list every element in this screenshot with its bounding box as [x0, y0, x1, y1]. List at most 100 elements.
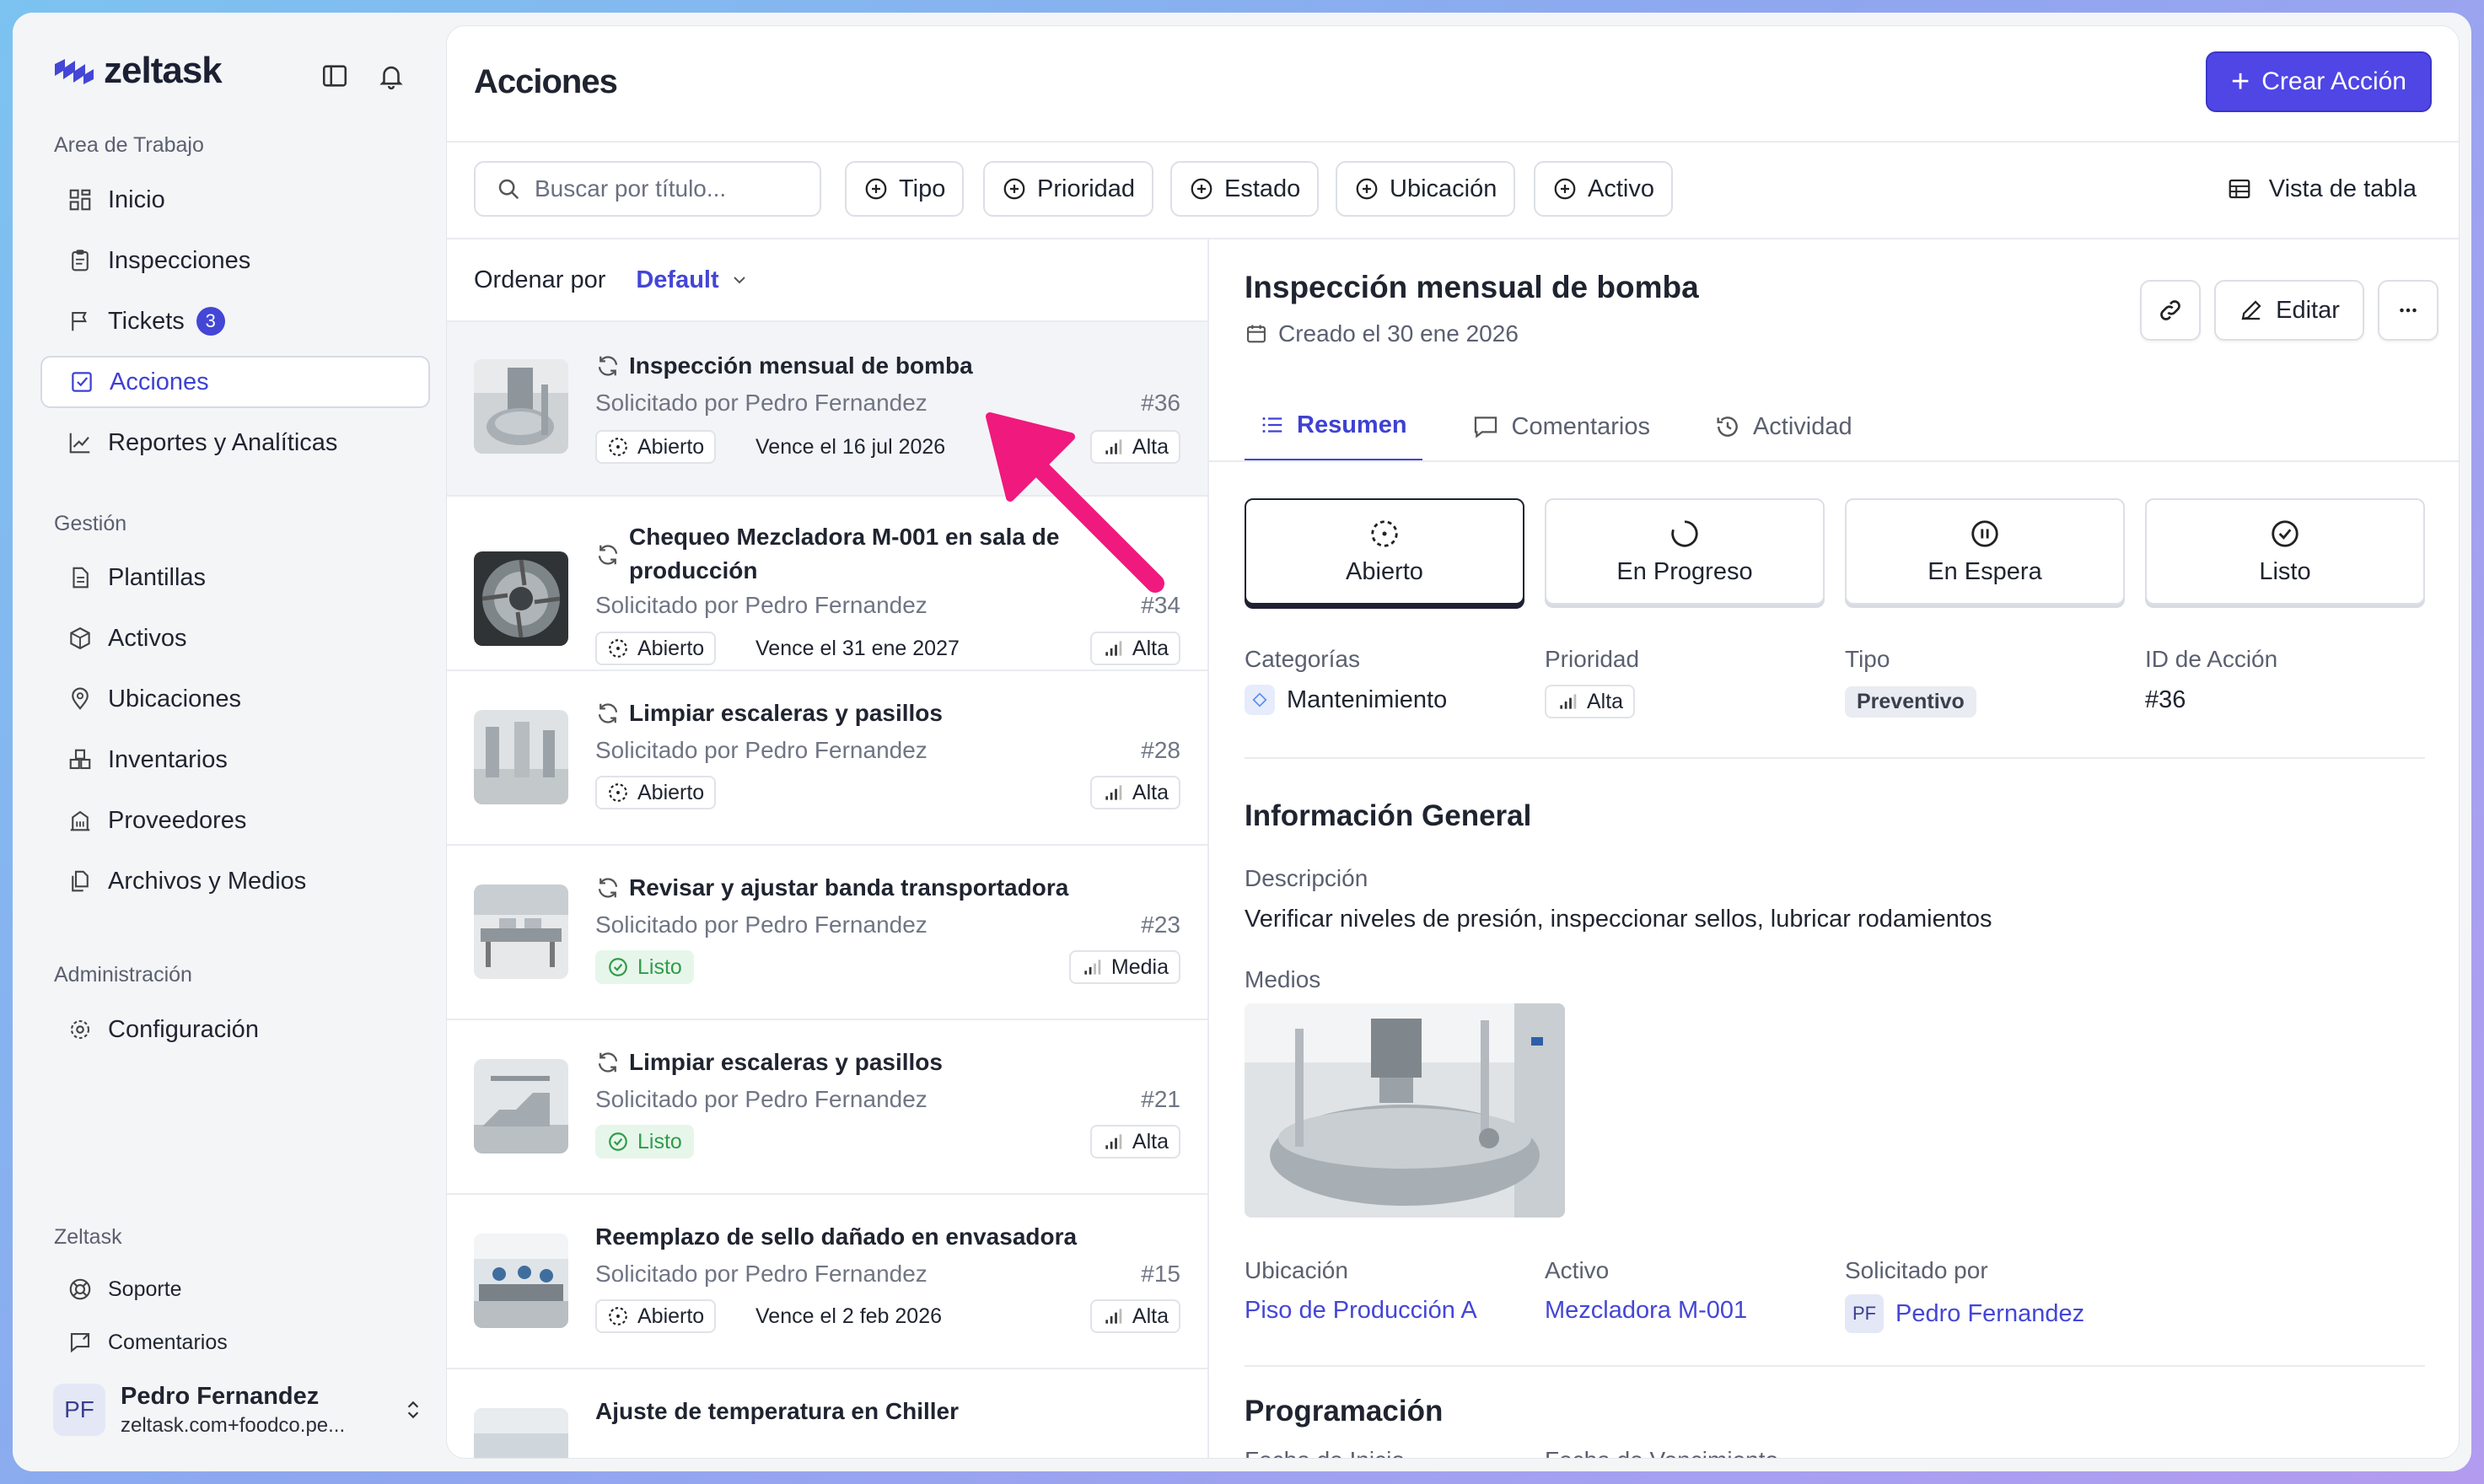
main-header: Acciones + Crear Acción [447, 26, 2459, 142]
status-label: Abierto [637, 434, 705, 459]
table-icon [2229, 179, 2250, 199]
media-image[interactable] [1245, 1003, 1565, 1218]
signal-bars-icon [1105, 641, 1122, 656]
tab-actividad[interactable]: Actividad [1699, 391, 1868, 462]
tab-label: Comentarios [1511, 412, 1650, 440]
sidebar-item-label: Inspecciones [108, 246, 251, 274]
open-status-icon [609, 1307, 627, 1325]
tab-resumen[interactable]: Resumen [1245, 391, 1422, 462]
priority-badge: Alta [1545, 685, 1636, 718]
list-item[interactable]: Inspección mensual de bomba Solicitado p… [447, 322, 1207, 497]
recurring-icon [598, 878, 618, 898]
signal-bars-icon [1105, 785, 1122, 800]
user-menu[interactable]: PF Pedro Fernandez zeltask.com+foodco.pe… [53, 1372, 424, 1448]
schedule-heading: Programación [1245, 1395, 1444, 1428]
sidebar-item-label: Inventarios [108, 745, 228, 773]
asset-label: Activo [1545, 1257, 1610, 1283]
filter-chip-tipo[interactable]: Tipo [845, 161, 965, 217]
zeltask-logo-icon [55, 59, 94, 84]
plus-circle-icon [1356, 178, 1378, 200]
files-icon [72, 870, 89, 892]
asset-link[interactable]: Mezcladora M-001 [1545, 1297, 1747, 1325]
table-view-button[interactable]: Vista de tabla [2227, 161, 2417, 217]
status-option-label: Abierto [1346, 557, 1423, 585]
create-action-label: Crear Acción [2261, 67, 2406, 95]
action-detail: Inspección mensual de bomba Creado el 30… [1209, 239, 2459, 1458]
list-item[interactable]: Revisar y ajustar banda transportadora S… [447, 846, 1207, 1020]
more-options-button[interactable] [2378, 280, 2438, 341]
sidebar-item-inicio[interactable]: Inicio [40, 174, 430, 226]
sidebar-item-activos[interactable]: Activos [40, 612, 430, 664]
list-item[interactable]: Reemplazo de sello dañado en envasadora … [447, 1195, 1207, 1369]
tickets-count-badge: 3 [196, 307, 225, 336]
detail-tabs: Resumen Comentarios Actividad [1245, 391, 1868, 462]
sidebar-item-comentarios[interactable]: Comentarios [40, 1316, 430, 1368]
status-label: Abierto [637, 780, 705, 804]
filter-chip-activo[interactable]: Activo [1534, 161, 1673, 217]
filter-chip-label: Activo [1588, 175, 1654, 202]
sidebar-item-tickets[interactable]: Tickets 3 [40, 295, 430, 347]
status-option-abierto[interactable]: Abierto [1245, 498, 1524, 605]
row-requested-by: Solicitado por Pedro Fernandez [595, 911, 927, 938]
recurring-icon [598, 545, 618, 565]
sidebar-toggle-icon[interactable] [320, 62, 349, 90]
section-management-label: Gestión [54, 512, 127, 535]
lifebuoy-icon [69, 1278, 91, 1300]
priority-badge: Alta [1089, 632, 1180, 665]
list-item[interactable]: Ajuste de temperatura en Chiller [447, 1369, 1207, 1458]
tab-comentarios[interactable]: Comentarios [1456, 391, 1665, 462]
list-item[interactable]: Limpiar escaleras y pasillos Solicitado … [447, 1020, 1207, 1195]
sidebar-item-ubicaciones[interactable]: Ubicaciones [40, 673, 430, 725]
sidebar-item-configuracion[interactable]: Configuración [40, 1003, 430, 1056]
sidebar-item-soporte[interactable]: Soporte [40, 1263, 430, 1315]
sidebar-item-acciones[interactable]: Acciones [40, 356, 430, 408]
open-status-icon [1371, 519, 1398, 547]
create-action-button[interactable]: + Crear Acción [2206, 51, 2432, 112]
boxes-icon [69, 749, 91, 770]
sidebar-item-inspecciones[interactable]: Inspecciones [40, 234, 430, 287]
priority-badge: Alta [1089, 430, 1180, 464]
categories-label: Categorías [1245, 646, 1360, 672]
priority-label: Alta [1132, 1304, 1169, 1328]
row-title: Limpiar escaleras y pasillos [629, 1049, 943, 1075]
type-tag: Preventivo [1845, 686, 1976, 718]
feedback-icon [70, 1332, 90, 1353]
sidebar-item-label: Acciones [110, 368, 209, 395]
check-circle-icon [609, 1132, 627, 1151]
sidebar-item-label: Comentarios [108, 1330, 228, 1354]
app-window: zeltask Area de Trabajo Inicio Inspeccio… [13, 13, 2471, 1471]
edit-button[interactable]: Editar [2214, 280, 2364, 341]
signal-bars-icon [1105, 1309, 1122, 1324]
mixer-thumbnail [474, 551, 568, 646]
priority-value: Alta [1587, 689, 1624, 713]
status-option-en-espera[interactable]: En Espera [1845, 498, 2125, 605]
sidebar-item-archivos[interactable]: Archivos y Medios [40, 855, 430, 907]
sidebar-item-inventarios[interactable]: Inventarios [40, 734, 430, 786]
status-badge: Abierto [595, 1299, 717, 1333]
filter-chip-estado[interactable]: Estado [1170, 161, 1320, 217]
open-status-icon [609, 438, 627, 456]
copy-link-button[interactable] [2140, 280, 2201, 341]
sidebar-item-label: Configuración [108, 1015, 259, 1043]
filter-chip-prioridad[interactable]: Prioridad [983, 161, 1154, 217]
sidebar-item-label: Activos [108, 624, 187, 652]
list-item[interactable]: Limpiar escaleras y pasillos Solicitado … [447, 671, 1207, 846]
search-input[interactable]: Buscar por título... [474, 161, 821, 217]
status-option-en-progreso[interactable]: En Progreso [1545, 498, 1825, 605]
status-badge: Abierto [595, 430, 717, 464]
sidebar-item-proveedores[interactable]: Proveedores [40, 794, 430, 847]
status-option-listo[interactable]: Listo [2145, 498, 2425, 605]
chiller-thumbnail [474, 1408, 568, 1458]
pause-circle-icon [1971, 519, 1998, 547]
brand-logo[interactable]: zeltask [53, 50, 223, 92]
sort-dropdown[interactable]: Default [636, 266, 749, 294]
priority-label: Alta [1132, 1129, 1169, 1153]
filter-chip-ubicacion[interactable]: Ubicación [1336, 161, 1516, 217]
list-item[interactable]: Chequeo Mezcladora M-001 en sala de prod… [447, 497, 1207, 671]
requested-by-value[interactable]: PF Pedro Fernandez [1845, 1294, 2084, 1333]
sidebar-item-reportes[interactable]: Reportes y Analíticas [40, 417, 430, 469]
sidebar-item-label: Proveedores [108, 806, 247, 834]
sidebar-item-plantillas[interactable]: Plantillas [40, 551, 430, 604]
bell-icon[interactable] [377, 62, 406, 90]
location-link[interactable]: Piso de Producción A [1245, 1297, 1477, 1325]
